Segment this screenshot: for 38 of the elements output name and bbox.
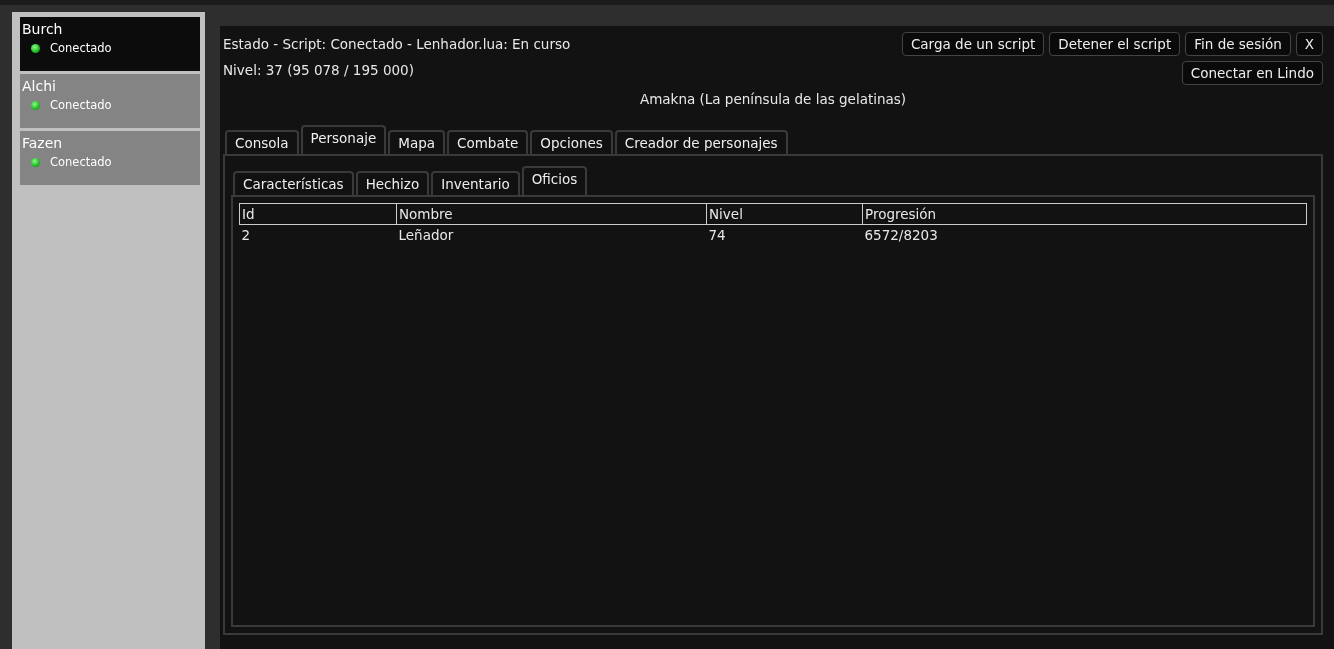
table-cell: 74 <box>706 224 863 245</box>
table-cell: 2 <box>239 224 397 245</box>
subtab[interactable]: Características <box>233 171 354 195</box>
subtab[interactable]: Inventario <box>431 171 520 195</box>
tab[interactable]: Combate <box>447 130 529 154</box>
tab[interactable]: Creador de personajes <box>614 130 788 154</box>
tab[interactable]: Mapa <box>388 130 446 154</box>
account-status: Conectado <box>50 41 112 55</box>
account-name: Fazen <box>22 135 64 151</box>
account-name: Burch <box>22 21 64 37</box>
subtab[interactable]: Hechizo <box>355 171 430 195</box>
tab[interactable]: Personaje <box>300 125 387 154</box>
column-header[interactable]: Id <box>239 203 397 225</box>
account-item[interactable]: Alchi Conectado <box>20 74 200 128</box>
column-header[interactable]: Progresión <box>862 203 1307 225</box>
column-header[interactable]: Nombre <box>396 203 707 225</box>
toolbar-button[interactable]: Carga de un script <box>901 32 1045 56</box>
toolbar-button[interactable]: X <box>1295 32 1323 56</box>
status-dot-icon <box>31 43 40 53</box>
toolbar-button[interactable]: Detener el script <box>1049 32 1181 56</box>
table-cell: 6572/8203 <box>862 224 1307 245</box>
status-text: Estado - Script: Conectado - Lenhador.lua: En curso <box>223 35 571 54</box>
account-status: Conectado <box>50 98 112 112</box>
status-dot-icon <box>31 157 40 167</box>
table-cell: Leñador <box>396 224 707 245</box>
connect-button[interactable]: Conectar en Lindo <box>1181 61 1323 85</box>
column-header[interactable]: Nivel <box>706 203 863 225</box>
level-text: Nivel: 37 (95 078 / 195 000) <box>223 61 414 80</box>
account-item[interactable]: Fazen Conectado <box>20 131 200 185</box>
account-status: Conectado <box>50 155 112 169</box>
location-text: Amakna (La península de las gelatinas) <box>639 91 907 107</box>
account-item[interactable]: Burch Conectado <box>20 17 200 71</box>
subtab[interactable]: Oficios <box>521 166 588 195</box>
tab[interactable]: Consola <box>225 130 299 154</box>
status-dot-icon <box>31 100 40 110</box>
toolbar-button[interactable]: Fin de sesión <box>1185 32 1291 56</box>
account-name: Alchi <box>22 78 57 94</box>
tab[interactable]: Opciones <box>530 130 613 154</box>
